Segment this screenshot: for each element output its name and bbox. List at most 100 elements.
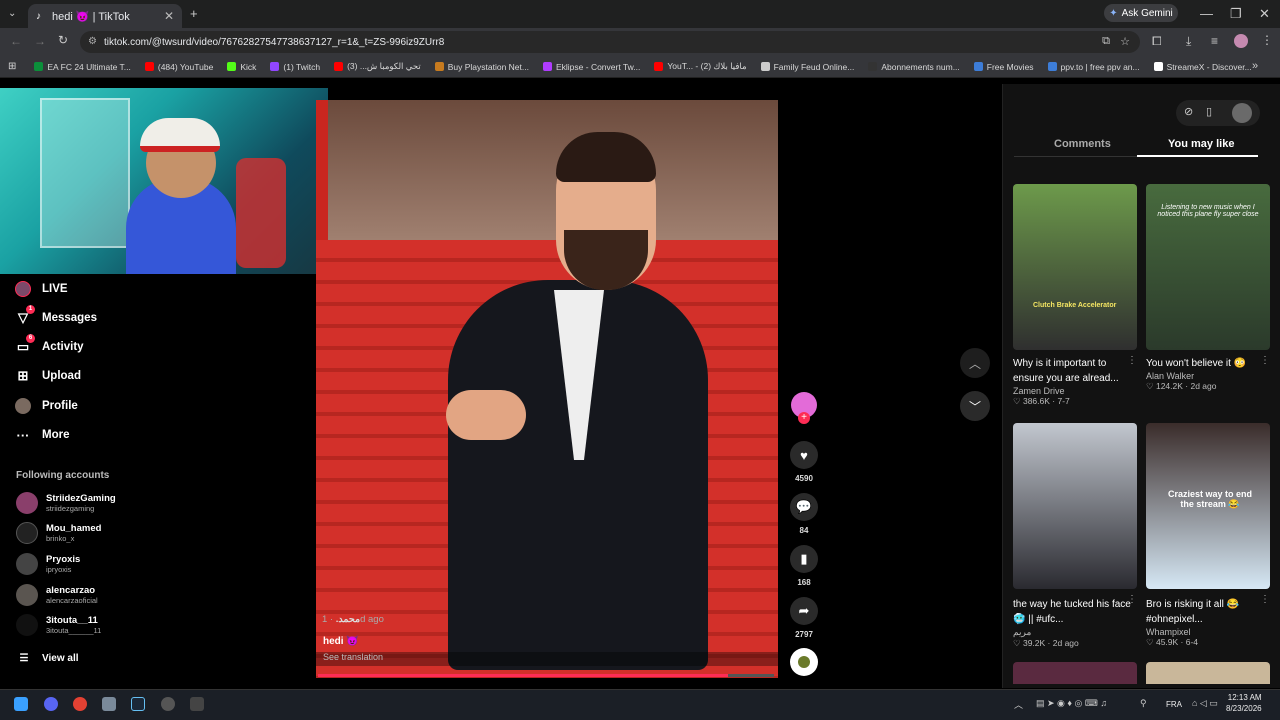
forward-icon[interactable]: → (34, 34, 46, 48)
tray-overflow-icon[interactable]: ︿ (1014, 698, 1023, 711)
video-thumbnail[interactable] (1013, 423, 1137, 589)
tray-icons[interactable]: ▤ ➤ ◉ ♦ ◎ ⌨ ♫ (1036, 698, 1107, 709)
obs-icon[interactable] (161, 697, 175, 711)
next-video-button[interactable]: ﹀ (960, 391, 990, 421)
taskbar-clock[interactable]: 12:13 AM 8/23/2026 (1226, 692, 1262, 714)
save-button[interactable]: ▮ 168 (790, 545, 818, 587)
card-title[interactable]: Bro is risking it all 😂 #ohnepixel... (1146, 597, 1264, 627)
like-button[interactable]: ♥ 4590 (790, 441, 818, 483)
microphone-icon[interactable]: ⚲ (1140, 698, 1147, 709)
bookmark-item[interactable]: StreameX - Discover... (1153, 62, 1252, 72)
bookmark-item[interactable]: Buy Playstation Net... (434, 62, 529, 72)
bookmark-item[interactable]: YouT... - مافيا بلاك (2) (654, 61, 747, 72)
suggested-video-card[interactable]: Listening to new music when I noticed th… (1146, 184, 1270, 392)
chrome-icon[interactable] (73, 697, 87, 711)
video-thumbnail[interactable]: Craziest way to end the stream 😂 (1146, 423, 1270, 589)
nav-profile[interactable]: Profile (14, 397, 78, 415)
bookmark-item[interactable]: ppv.to | free ppv an... (1047, 62, 1140, 72)
reload-icon[interactable]: ↻ (58, 33, 68, 47)
address-bar[interactable]: ⚙ tiktok.com/@twsurd/video/7676282754773… (80, 31, 1140, 53)
tab-you-may-like[interactable]: You may like (1168, 138, 1234, 150)
bookmark-item[interactable]: Family Feud Online... (760, 62, 854, 72)
video-progress-bar[interactable] (318, 674, 774, 677)
following-account[interactable]: Pryoxis ipryoxis (16, 553, 80, 575)
nav-more[interactable]: ··· More (14, 426, 70, 444)
card-more-icon[interactable]: ⋮ (1127, 355, 1137, 366)
following-account[interactable]: alencarzao alencarzaoficial (16, 584, 98, 606)
tab-close-icon[interactable]: ✕ (164, 9, 174, 23)
suggested-video-card[interactable]: the way he tucked his face 🥶 || #ufc... … (1013, 423, 1137, 649)
back-icon[interactable]: ← (10, 34, 22, 48)
card-author[interactable]: Zamen Drive (1013, 386, 1137, 396)
previous-video-button[interactable]: ︿ (960, 348, 990, 378)
following-account[interactable]: 3itouta__11 3itouta______11 (16, 614, 101, 636)
suggested-video-card[interactable]: Clutch Brake Accelerator Why is it impor… (1013, 184, 1137, 407)
card-author[interactable]: Alan Walker (1146, 371, 1270, 381)
following-account[interactable]: StriidezGaming striidezgaming (16, 492, 116, 514)
compass-icon[interactable]: ⊘ (1184, 105, 1193, 118)
card-title[interactable]: the way he tucked his face 🥶 || #ufc... (1013, 597, 1131, 627)
video-thumbnail[interactable] (1013, 662, 1137, 684)
following-account[interactable]: Mou_hamed brinko_x (16, 522, 101, 544)
bookmark-item[interactable]: تحي الكومبا ش... (3) (334, 61, 421, 72)
video-player[interactable] (316, 100, 778, 678)
downloads-icon[interactable]: ⤓ (1186, 34, 1191, 49)
creator-avatar[interactable]: + (790, 392, 818, 424)
bookmark-item[interactable]: (1) Twitch (270, 62, 320, 72)
bookmark-item[interactable]: Abonnements num... (868, 62, 960, 72)
network-volume-icon[interactable]: ⌂ ◁ ▭ (1192, 698, 1218, 709)
tab-search-icon[interactable]: ⌄ (8, 8, 16, 19)
more-bookmarks-icon[interactable]: » (1252, 60, 1258, 72)
comment-button[interactable]: 💬 84 (790, 493, 818, 535)
bookmark-item[interactable]: Free Movies (973, 62, 1034, 72)
minimize-icon[interactable]: — (1200, 6, 1213, 21)
card-more-icon[interactable]: ⋮ (1260, 355, 1270, 366)
ask-gemini-button[interactable]: ✦ Ask Gemini (1104, 4, 1178, 22)
bookmark-item[interactable]: Kick (227, 62, 256, 72)
browser-tab[interactable]: ♪ hedi 😈 | TikTok ✕ (28, 4, 182, 28)
music-disc[interactable] (790, 648, 818, 676)
user-avatar[interactable] (1232, 103, 1252, 123)
follow-plus-icon[interactable]: + (798, 412, 810, 424)
steam-icon[interactable] (131, 697, 145, 711)
card-title[interactable]: You won't believe it 😳 (1146, 356, 1264, 371)
nav-activity[interactable]: ▭ 6 Activity (14, 334, 84, 356)
windows-start-icon[interactable] (14, 697, 28, 711)
video-thumbnail[interactable]: Listening to new music when I noticed th… (1146, 184, 1270, 350)
see-translation-link[interactable]: See translation (316, 652, 778, 666)
card-author[interactable]: Whampixel (1146, 627, 1270, 637)
card-more-icon[interactable]: ⋮ (1260, 594, 1270, 605)
install-icon[interactable]: ⧉ (1102, 35, 1110, 48)
bookmark-star-icon[interactable]: ☆ (1120, 35, 1130, 48)
language-indicator[interactable]: FRA (1166, 700, 1182, 709)
suggested-video-card[interactable]: Craziest way to end the stream 😂 Bro is … (1146, 423, 1270, 648)
profile-avatar[interactable] (1234, 34, 1248, 48)
card-title[interactable]: Why is it important to ensure you are al… (1013, 356, 1131, 386)
share-button[interactable]: ➦ 2797 (790, 597, 818, 639)
extensions-icon[interactable]: ⧠ (1152, 34, 1162, 49)
bookmark-item[interactable]: (484) YouTube (144, 62, 213, 72)
card-more-icon[interactable]: ⋮ (1127, 594, 1137, 605)
nav-live[interactable]: LIVE (14, 280, 68, 298)
view-all-link[interactable]: ☰ View all (18, 649, 79, 667)
site-info-icon[interactable]: ⚙ (88, 36, 97, 47)
chrome-menu-icon[interactable]: ⋮ (1261, 33, 1273, 47)
card-author[interactable]: مريم (1013, 627, 1137, 638)
apps-icon[interactable]: ⊞ (8, 61, 16, 72)
bookmark-item[interactable]: Eklipse - Convert Tw... (542, 62, 640, 72)
app-icon[interactable] (190, 697, 204, 711)
close-window-icon[interactable]: ✕ (1259, 6, 1270, 22)
video-thumbnail[interactable]: Clutch Brake Accelerator (1013, 184, 1137, 350)
new-tab-icon[interactable]: + (190, 6, 198, 21)
bookmark-item[interactable]: EA FC 24 Ultimate T... (34, 62, 131, 72)
restore-icon[interactable]: ❐ (1230, 6, 1242, 22)
media-icon[interactable]: ≡ (1211, 34, 1218, 48)
discord-icon[interactable] (44, 697, 58, 711)
nav-messages[interactable]: ▽ 1 Messages (14, 305, 97, 327)
nav-upload[interactable]: ⊞ Upload (14, 367, 81, 385)
video-author[interactable]: محمد. · 1d ago (322, 614, 384, 625)
device-icon[interactable]: ▯ (1206, 105, 1212, 118)
settings-icon[interactable] (102, 697, 116, 711)
video-thumbnail[interactable] (1146, 662, 1270, 684)
tab-comments[interactable]: Comments (1054, 138, 1111, 150)
